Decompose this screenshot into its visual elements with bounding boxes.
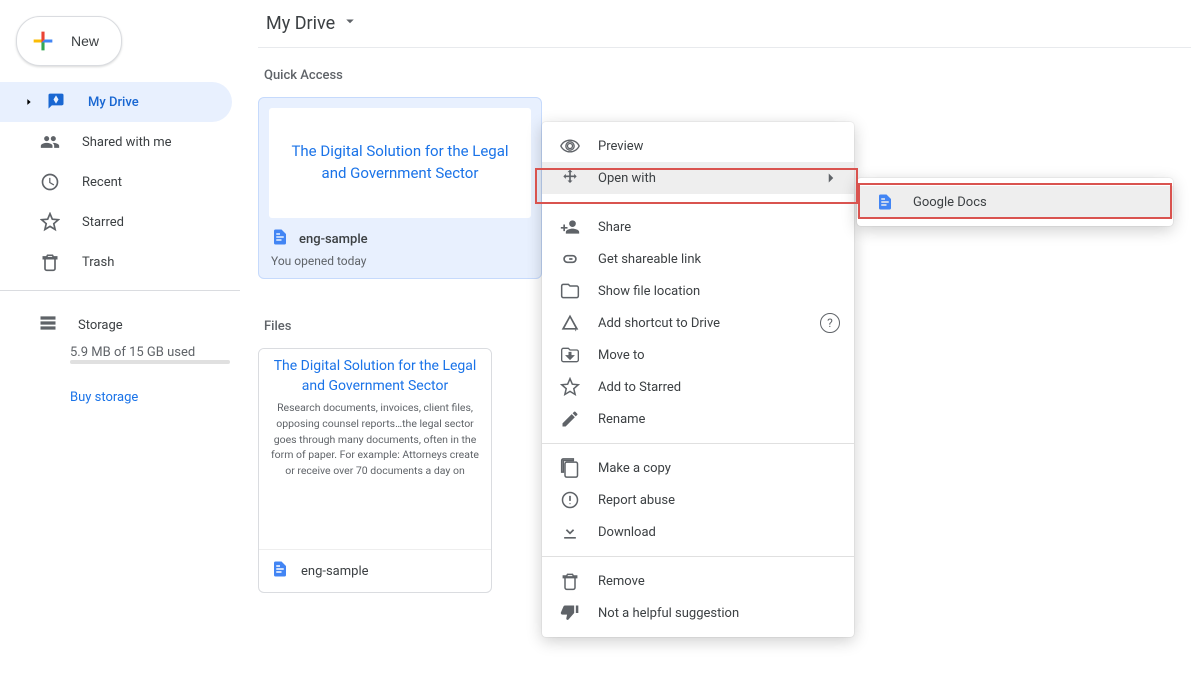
sidebar-item-trash[interactable]: Trash xyxy=(0,242,232,282)
sidebar-item-storage[interactable]: Storage xyxy=(24,305,228,345)
menu-item-report-abuse[interactable]: Report abuse xyxy=(542,484,854,516)
sidebar-item-starred[interactable]: Starred xyxy=(0,202,232,242)
person-add-icon xyxy=(560,217,580,237)
file-card[interactable]: The Digital Solution for the Legal and G… xyxy=(258,348,492,593)
menu-label: Add to Starred xyxy=(598,380,681,395)
breadcrumb-title: My Drive xyxy=(266,13,335,34)
pencil-icon xyxy=(560,409,580,429)
menu-item-share[interactable]: Share xyxy=(542,211,854,243)
people-icon xyxy=(38,130,62,154)
file-preview-thumbnail: The Digital Solution for the Legal and G… xyxy=(259,349,491,549)
menu-label: Make a copy xyxy=(598,461,671,476)
buy-storage-link[interactable]: Buy storage xyxy=(70,390,228,405)
open-with-submenu: Google Docs xyxy=(857,178,1173,226)
new-button[interactable]: New xyxy=(16,16,122,66)
eye-icon xyxy=(560,136,580,156)
file-subtext: You opened today xyxy=(271,254,529,268)
menu-label: Add shortcut to Drive xyxy=(598,316,720,331)
storage-bar xyxy=(70,360,230,364)
google-docs-icon xyxy=(875,192,895,212)
menu-item-open-with[interactable]: Open with xyxy=(542,162,854,194)
preview-title: The Digital Solution for the Legal and G… xyxy=(289,141,511,185)
menu-label: Preview xyxy=(598,139,643,154)
thumb-down-icon xyxy=(560,603,580,623)
chevron-right-icon xyxy=(822,169,840,187)
preview-body: Research documents, invoices, client fil… xyxy=(271,400,479,479)
storage-label: Storage xyxy=(78,318,123,333)
menu-item-make-copy[interactable]: Make a copy xyxy=(542,452,854,484)
menu-label: Download xyxy=(598,525,656,540)
menu-item-not-helpful[interactable]: Not a helpful suggestion xyxy=(542,597,854,629)
menu-label: Google Docs xyxy=(913,195,987,210)
file-preview-thumbnail: The Digital Solution for the Legal and G… xyxy=(269,108,531,218)
sidebar-item-label: Starred xyxy=(82,215,124,230)
menu-item-download[interactable]: Download xyxy=(542,516,854,548)
menu-item-add-starred[interactable]: Add to Starred xyxy=(542,371,854,403)
menu-label: Move to xyxy=(598,348,645,363)
drive-icon xyxy=(44,90,68,114)
dropdown-icon xyxy=(341,12,359,35)
sidebar-item-shared[interactable]: Shared with me xyxy=(0,122,232,162)
menu-label: Open with xyxy=(598,171,656,186)
menu-label: Remove xyxy=(598,574,645,589)
copy-icon xyxy=(560,458,580,478)
menu-item-preview[interactable]: Preview xyxy=(542,130,854,162)
alert-icon xyxy=(560,490,580,510)
help-icon[interactable]: ? xyxy=(820,313,840,333)
star-icon xyxy=(560,377,580,397)
folder-move-icon xyxy=(560,345,580,365)
menu-label: Show file location xyxy=(598,284,700,299)
storage-usage-text: 5.9 MB of 15 GB used xyxy=(70,345,228,360)
download-icon xyxy=(560,522,580,542)
svg-text:+: + xyxy=(573,324,578,333)
trash-icon xyxy=(560,571,580,591)
sidebar-item-recent[interactable]: Recent xyxy=(0,162,232,202)
google-docs-icon xyxy=(271,560,289,582)
google-docs-icon xyxy=(271,228,289,250)
sidebar: New My Drive Shared with me Recent xyxy=(0,0,240,677)
file-name: eng-sample xyxy=(301,564,369,579)
sidebar-item-my-drive[interactable]: My Drive xyxy=(0,82,232,122)
menu-item-rename[interactable]: Rename xyxy=(542,403,854,435)
context-menu: Preview Open with Share Get shareable li… xyxy=(542,122,854,637)
drive-add-icon: + xyxy=(560,313,580,333)
menu-item-show-location[interactable]: Show file location xyxy=(542,275,854,307)
sidebar-item-label: Shared with me xyxy=(82,135,172,150)
new-button-label: New xyxy=(71,33,99,49)
storage-section: Storage 5.9 MB of 15 GB used Buy storage xyxy=(0,299,240,411)
breadcrumb[interactable]: My Drive xyxy=(258,0,1191,48)
menu-label: Rename xyxy=(598,412,645,427)
link-icon xyxy=(560,249,580,269)
submenu-item-google-docs[interactable]: Google Docs xyxy=(857,186,1173,218)
move-arrows-icon xyxy=(560,168,580,188)
sidebar-item-label: Recent xyxy=(82,175,122,190)
trash-icon xyxy=(38,250,62,274)
preview-title: The Digital Solution for the Legal and G… xyxy=(271,357,479,396)
quick-access-heading: Quick Access xyxy=(264,68,1185,83)
star-icon xyxy=(38,210,62,234)
quick-access-card[interactable]: The Digital Solution for the Legal and G… xyxy=(258,97,542,279)
menu-label: Not a helpful suggestion xyxy=(598,606,739,621)
folder-icon xyxy=(560,281,580,301)
menu-label: Share xyxy=(598,220,631,235)
clock-icon xyxy=(38,170,62,194)
file-name: eng-sample xyxy=(299,232,368,247)
menu-label: Report abuse xyxy=(598,493,675,508)
menu-item-move-to[interactable]: Move to xyxy=(542,339,854,371)
plus-icon xyxy=(27,25,59,57)
storage-icon xyxy=(38,313,58,337)
menu-label: Get shareable link xyxy=(598,252,701,267)
menu-item-remove[interactable]: Remove xyxy=(542,565,854,597)
menu-item-get-link[interactable]: Get shareable link xyxy=(542,243,854,275)
sidebar-item-label: Trash xyxy=(82,255,114,270)
sidebar-item-label: My Drive xyxy=(88,95,139,110)
caret-right-icon xyxy=(24,97,34,107)
menu-item-add-shortcut[interactable]: + Add shortcut to Drive ? xyxy=(542,307,854,339)
